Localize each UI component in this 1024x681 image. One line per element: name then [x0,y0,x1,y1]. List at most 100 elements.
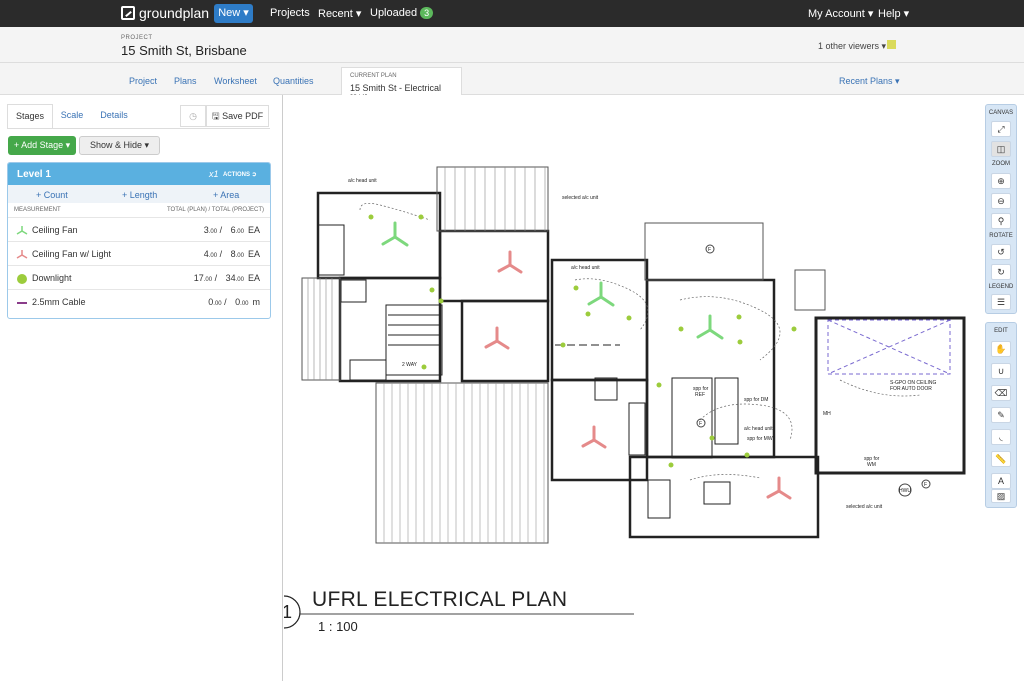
add-area-button[interactable]: + Area [213,190,239,200]
legend-label: LEGEND [988,284,1014,290]
nav-projects[interactable]: Projects [270,7,310,19]
tab-project[interactable]: Project [129,76,157,86]
total-unit: EA [247,273,260,283]
current-plan-tab[interactable]: CURRENT PLAN 15 Smith St - Electrical [2… [341,67,462,103]
nav-uploaded-label: Uploaded [370,7,418,19]
fullscreen-button[interactable]: ⤢ [991,121,1011,137]
total-project-dec: .00 [235,253,244,259]
edit-toolbar: EDIT ✋ ∪ ⌫ ✎ ◟ 📏 A ▨ [985,322,1017,508]
tab-quantities[interactable]: Quantities [273,76,314,86]
total-project-dec: .00 [240,301,249,307]
image-tool-button[interactable]: ▨ [991,489,1011,503]
measurement-name: Ceiling Fan [32,225,78,235]
zoom-out-icon: ⊖ [997,196,1005,206]
measurement-total: 4.00 / 8.00 EA [203,249,260,259]
top-navbar: groundplan New ▾ Projects Recent ▾ Uploa… [0,0,1024,27]
project-label: PROJECT [121,35,153,41]
measurement-row[interactable]: Ceiling Fan w/ Light 4.00 / 8.00 EA [8,241,270,265]
columns-icon: ◫ [996,144,1006,154]
label-wm: WM [867,462,876,468]
text-icon: A [997,476,1004,486]
total-project-dec: .00 [235,229,244,235]
nav-my-account[interactable]: My Account ▾ [808,7,873,20]
recent-plans-dropdown[interactable]: Recent Plans ▾ [839,76,900,87]
history-button[interactable]: ◷ [180,105,206,127]
add-stage-button[interactable]: + Add Stage ▾ [8,136,76,155]
downlight-icon [16,272,28,284]
label-ac-head-2: a/c head unit [571,265,600,271]
eraser-icon: ⌫ [994,388,1008,398]
text-tool-button[interactable]: A [991,473,1011,489]
total-unit: EA [247,225,260,235]
total-plan-dec: .00 [203,277,213,283]
stage-card: Level 1 x1 ACTIONS ➲ + Count + Length + … [7,162,271,319]
label-selected-ac-2: selected a/c unit [846,504,883,510]
zoom-in-button[interactable]: ⊕ [991,173,1011,189]
actions-arrow-icon: ➲ [251,172,257,178]
save-pdf-label: Save PDF [222,111,264,121]
project-bar: PROJECT 15 Smith St, Brisbane 1 other vi… [0,27,1024,63]
measurement-row[interactable]: 2.5mm Cable 0.00 / 0.00 m [8,289,270,313]
label-ac-head-3: a/c head unit [744,426,773,432]
total-plan-dec: .00 [208,229,218,235]
add-length-button[interactable]: + Length [122,190,157,200]
stage-actions-button[interactable]: ACTIONS ➲ [223,171,257,178]
rotate-left-icon: ↺ [997,247,1005,257]
plan-canvas[interactable]: a/c head unit selected a/c unit a/c head… [284,95,1024,681]
measurement-name: 2.5mm Cable [32,297,86,307]
measurement-row[interactable]: Downlight 17.00 / 34.00 EA [8,265,270,289]
zoom-out-button[interactable]: ⊖ [991,193,1011,209]
tab-plans[interactable]: Plans [174,76,197,86]
pencil-tool-button[interactable]: ✎ [991,407,1011,423]
rotate-right-button[interactable]: ↻ [991,264,1011,280]
plan-title: UFRL ELECTRICAL PLAN [312,588,568,611]
viewers-dropdown[interactable]: 1 other viewers ▾ [818,41,886,52]
list-icon: ☰ [996,297,1006,307]
plan-tab-bar: Project Plans Worksheet Quantities CURRE… [0,63,1024,103]
plan-scale: 1 : 100 [318,619,358,634]
tab-divider [7,128,270,129]
label-ac-head-1: a/c head unit [348,178,377,184]
total-unit: EA [247,249,260,259]
stage-multiplier[interactable]: x1 [209,169,219,179]
measurement-row[interactable]: Ceiling Fan 3.00 / 6.00 EA [8,217,270,241]
col-measurement: MEASUREMENT [14,207,61,213]
zoom-fit-button[interactable]: ⚲ [991,213,1011,229]
arc-tool-button[interactable]: ◟ [991,429,1011,445]
show-hide-button[interactable]: Show & Hide ▾ [79,136,160,155]
ruler-icon: 📏 [995,454,1007,464]
nav-recent[interactable]: Recent ▾ [318,7,361,20]
rotate-left-button[interactable]: ↺ [991,244,1011,260]
add-count-button[interactable]: + Count [36,190,68,200]
save-pdf-button[interactable]: 🖫 Save PDF [206,105,269,127]
image-icon: ▨ [996,491,1006,501]
magnet-icon: ∪ [997,366,1005,376]
label-f-3: F [699,421,702,427]
magnet-tool-button[interactable]: ∪ [991,363,1011,379]
tab-stages[interactable]: Stages [7,104,53,128]
split-view-button[interactable]: ◫ [991,141,1011,157]
fan-light-icon [16,248,28,260]
nav-uploaded[interactable]: Uploaded 3 [370,7,434,19]
logo-text: groundplan [139,5,210,21]
pan-tool-button[interactable]: ✋ [991,341,1011,357]
stage-title[interactable]: Level 1 [17,169,51,180]
viewer-color-swatch [887,40,896,49]
label-f-2: F [924,482,927,488]
fan-icon [16,224,28,236]
legend-button[interactable]: ☰ [991,294,1011,310]
eraser-tool-button[interactable]: ⌫ [991,385,1011,401]
total-plan-dec: .00 [208,253,218,259]
clock-icon: ◷ [189,111,197,121]
pencil-icon: ✎ [997,410,1005,420]
tab-details[interactable]: Details [92,104,136,128]
ruler-tool-button[interactable]: 📏 [991,451,1011,467]
current-plan-label: CURRENT PLAN [350,73,397,79]
nav-help[interactable]: Help ▾ [878,7,909,20]
logo[interactable]: groundplan [121,5,209,21]
zoom-in-icon: ⊕ [997,176,1005,186]
tab-worksheet[interactable]: Worksheet [214,76,257,86]
label-two-way: 2 WAY [402,362,418,368]
new-button[interactable]: New ▾ [214,4,253,23]
tab-scale[interactable]: Scale [56,104,88,128]
